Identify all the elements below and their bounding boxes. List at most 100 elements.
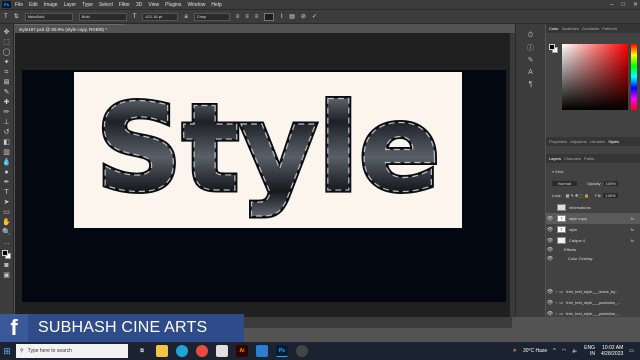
healing-brush-icon[interactable]: ✚ [2, 98, 12, 107]
app-icon[interactable] [216, 345, 228, 357]
photoshop-taskbar-icon[interactable]: Ps [276, 345, 288, 357]
gradient-tool-icon[interactable]: ▥ [2, 148, 12, 157]
type-tool-icon[interactable]: T [2, 188, 12, 197]
eye-icon[interactable]: 👁 [546, 300, 554, 306]
tray-chevron-icon[interactable]: ^ [553, 348, 555, 354]
blend-mode-select[interactable]: Normal [552, 181, 577, 186]
wifi-icon[interactable]: ◠ [562, 348, 566, 354]
menu-3d[interactable]: 3D [136, 2, 142, 8]
illustrator-icon[interactable]: Ai [236, 345, 248, 357]
eye-icon[interactable]: 👁 [546, 247, 554, 253]
font-style-select[interactable]: Bold [78, 12, 127, 21]
clock[interactable]: 10:02 AM 4/28/2023 [601, 345, 623, 357]
history-brush-icon[interactable]: ↺ [2, 128, 12, 137]
align-center-icon[interactable]: ≡ [245, 14, 249, 20]
menu-file[interactable]: File [15, 2, 23, 8]
fx-icon[interactable]: fx [631, 227, 634, 232]
crop-tool-icon[interactable]: ⌗ [2, 68, 12, 77]
tab-layers[interactable]: Layers [549, 156, 561, 161]
filter-kind-icon[interactable]: ⌕ Kind [552, 169, 563, 174]
menu-view[interactable]: View [148, 2, 159, 8]
lock-icons[interactable]: ▦ ✎ ✥ ⬚ 🔒 [566, 193, 590, 198]
cancel-icon[interactable]: ⊘ [301, 13, 306, 20]
tab-styles[interactable]: Styles [608, 139, 619, 144]
artwork-canvas[interactable]: Style Style [74, 72, 462, 228]
language-indicator[interactable]: ENG IN [584, 345, 595, 357]
paragraph-panel-icon[interactable]: ¶ [527, 80, 535, 88]
history-panel-icon[interactable]: ⏱ [527, 32, 535, 40]
lasso-tool-icon[interactable]: ◯ [2, 48, 12, 57]
info-panel-icon[interactable]: ⓘ [527, 44, 535, 52]
foreground-color-swatch[interactable] [1, 250, 8, 256]
character-panel-icon[interactable]: ▤ [289, 13, 295, 20]
eye-icon[interactable]: 👁 [546, 238, 554, 244]
frame-tool-icon[interactable]: ⊠ [2, 78, 12, 87]
eyedropper-icon[interactable]: ✎ [2, 88, 12, 97]
layer-row[interactable]: 👁 T style copy fx [546, 213, 640, 224]
text-color-swatch[interactable] [264, 12, 275, 21]
menu-image[interactable]: Image [44, 2, 58, 8]
menu-filter[interactable]: Filter [119, 2, 130, 8]
taskbar-search[interactable]: ⚲ Type here to search [16, 344, 128, 358]
chevron-right-icon[interactable]: › [556, 311, 557, 316]
tab-channels[interactable]: Channels [564, 156, 581, 161]
magic-wand-icon[interactable]: ✦ [2, 58, 12, 67]
eye-icon[interactable]: 👁 [546, 227, 554, 233]
eye-icon[interactable]: 👁 [546, 311, 554, 317]
font-family-select[interactable]: MeloBold [24, 12, 73, 21]
chrome-icon[interactable] [196, 345, 208, 357]
chevron-right-icon[interactable]: › [556, 289, 557, 294]
artboard-tool-icon[interactable]: ⬚ [2, 38, 12, 47]
eye-icon[interactable]: 👁 [546, 289, 554, 295]
pen-tool-icon[interactable]: ✒ [2, 178, 12, 187]
antialias-select[interactable]: Crisp [193, 12, 230, 21]
opacity-field[interactable]: 100% [603, 181, 618, 186]
character-panel-icon[interactable]: A [527, 68, 535, 76]
quick-mask-icon[interactable]: ◙ [2, 261, 12, 270]
hand-tool-icon[interactable]: ✋ [2, 218, 12, 227]
menu-select[interactable]: Select [99, 2, 113, 8]
task-view-icon[interactable]: ⧉ [136, 345, 148, 357]
photoshop-logo-icon[interactable]: Ps [2, 1, 11, 8]
weather-icon[interactable]: ☀ [512, 348, 516, 354]
notification-icon[interactable]: ▭ [629, 348, 634, 354]
eye-icon[interactable]: 👁 [546, 216, 554, 222]
menu-plugins[interactable]: Plugins [165, 2, 181, 8]
fg-bg-colors[interactable] [1, 250, 12, 260]
tab-gradients[interactable]: Gradients [582, 26, 599, 31]
commit-check-icon[interactable]: ✓ [312, 13, 317, 20]
fill-field[interactable]: 100% [603, 193, 618, 198]
menu-window[interactable]: Window [188, 2, 206, 8]
document-tab[interactable]: style187.psd @ 80.9% (style copy, RGB/8)… [15, 24, 125, 33]
hue-slider[interactable] [631, 44, 637, 110]
speaker-icon[interactable]: 🔈 [572, 348, 578, 354]
align-left-icon[interactable]: ≡ [236, 14, 240, 20]
stamp-tool-icon[interactable]: ⊥ [2, 118, 12, 127]
more-tools-icon[interactable]: … [2, 238, 12, 247]
tab-libraries[interactable]: Libraries [590, 139, 605, 144]
tab-patterns[interactable]: Patterns [602, 26, 617, 31]
brush-tool-icon[interactable]: ✏ [2, 108, 12, 117]
font-size-field[interactable]: 421.16 pt [142, 12, 179, 21]
close-icon[interactable]: ✕ [633, 1, 638, 8]
layer-row[interactable]: 👁 T style fx [546, 224, 640, 235]
tab-color[interactable]: Color [549, 26, 559, 31]
screen-mode-icon[interactable]: ▣ [2, 271, 12, 280]
align-right-icon[interactable]: ≡ [255, 14, 259, 20]
layer-group-row[interactable]: 👁 › ▭ free_text_style___poseidon_... [546, 297, 640, 308]
menu-layer[interactable]: Layer [64, 2, 77, 8]
weather-text[interactable]: 30°C Haze [523, 348, 547, 354]
effect-row[interactable]: 👁 Color Overlay [546, 253, 640, 264]
panel-foreground-swatch[interactable] [549, 44, 555, 50]
type-tool-icon[interactable]: T [4, 14, 8, 20]
fx-icon[interactable]: fx [631, 238, 634, 243]
zoom-tool-icon[interactable]: 🔍 [2, 228, 12, 237]
brush-panel-icon[interactable]: ✎ [527, 56, 535, 64]
layer-group-row[interactable]: 👁 › ▭ free_text_style___mobe_by... [546, 286, 640, 297]
path-select-icon[interactable]: ➤ [2, 198, 12, 207]
tab-paths[interactable]: Paths [584, 156, 594, 161]
store-icon[interactable] [256, 345, 268, 357]
windows-start-icon[interactable]: ⊞ [0, 342, 14, 360]
minimize-icon[interactable]: – [610, 2, 613, 8]
menu-edit[interactable]: Edit [29, 2, 38, 8]
